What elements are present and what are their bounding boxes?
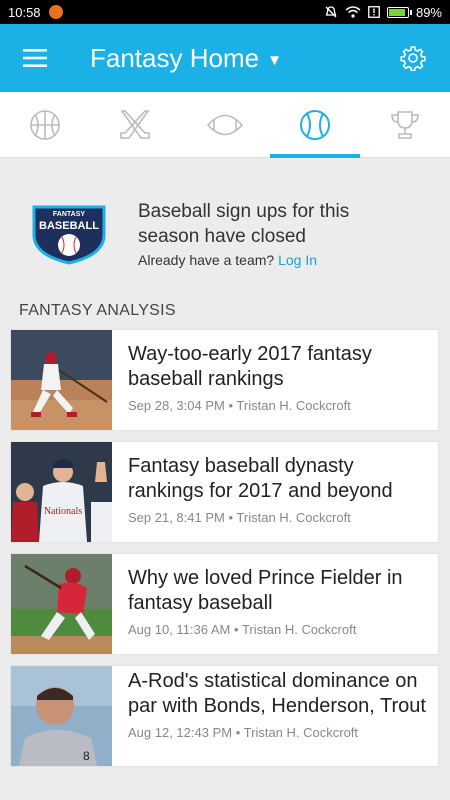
hamburger-menu-icon	[23, 49, 47, 67]
svg-text:BASEBALL: BASEBALL	[39, 220, 99, 232]
article-meta: Sep 28, 3:04 PM • Tristan H. Cockcroft	[128, 398, 351, 413]
article-thumbnail: Nationals	[11, 442, 112, 542]
article-thumbnail: 8	[11, 666, 112, 766]
section-heading: FANTASY ANALYSIS	[19, 302, 176, 319]
signup-banner: FANTASY BASEBALL Baseball sign ups for t…	[0, 178, 450, 288]
login-link[interactable]: Log In	[278, 252, 317, 268]
article-card[interactable]: Nationals Fantasy baseball dynasty ranki…	[10, 441, 439, 543]
article-title: Why we loved Prince Fielder in fantasy b…	[128, 567, 403, 614]
article-card[interactable]: Why we loved Prince Fielder in fantasy b…	[10, 553, 439, 655]
battery-percent: 89%	[415, 4, 442, 20]
svg-text:8: 8	[83, 749, 90, 763]
baseball-icon	[300, 109, 330, 140]
article-card[interactable]: Way-too-early 2017 fantasy baseball rank…	[10, 329, 439, 431]
wifi-icon	[345, 6, 361, 18]
notification-icon	[48, 5, 63, 19]
article-meta: Aug 10, 11:36 AM • Tristan H. Cockcroft	[128, 622, 357, 637]
chevron-down-icon: ▼	[267, 51, 282, 69]
article-thumbnail	[11, 330, 112, 430]
page-title-dropdown[interactable]: Fantasy Home ▼	[90, 43, 282, 74]
article-list: Way-too-early 2017 fantasy baseball rank…	[10, 329, 439, 777]
svg-text:FANTASY: FANTASY	[53, 211, 85, 218]
tab-baseball[interactable]	[270, 92, 360, 158]
status-bar: 10:58 89%	[0, 0, 450, 24]
basketball-icon	[30, 109, 60, 140]
sport-tabs	[0, 92, 450, 158]
article-card[interactable]: 8 A-Rod's statistical dominance on par w…	[10, 665, 439, 767]
football-icon	[206, 114, 244, 135]
article-meta: Sep 21, 8:41 PM • Tristan H. Cockcroft	[128, 510, 351, 525]
alert-icon	[368, 6, 380, 18]
settings-button[interactable]	[376, 24, 450, 92]
tab-hockey[interactable]	[90, 92, 180, 157]
app-bar: Fantasy Home ▼	[0, 24, 450, 92]
tab-football[interactable]	[180, 92, 270, 157]
fantasy-baseball-logo: FANTASY BASEBALL	[10, 201, 128, 265]
bell-off-icon	[325, 6, 337, 18]
battery-icon	[386, 6, 412, 18]
hockey-sticks-icon	[120, 109, 150, 139]
gear-icon	[400, 46, 426, 71]
article-thumbnail	[11, 554, 112, 654]
status-time: 10:58	[8, 4, 41, 20]
page-title: Fantasy Home	[90, 42, 260, 73]
article-title: A-Rod's statistical dominance on par wit…	[128, 670, 426, 717]
signup-subtitle: Already have a team?	[138, 251, 275, 268]
article-title: Way-too-early 2017 fantasy baseball rank…	[128, 343, 372, 390]
article-title: Fantasy baseball dynasty rankings for 20…	[128, 455, 393, 502]
signup-closed-message: Baseball sign ups for this season have c…	[138, 200, 350, 247]
trophy-icon	[391, 110, 419, 139]
article-meta: Aug 12, 12:43 PM • Tristan H. Cockcroft	[128, 725, 359, 740]
tab-trophy[interactable]	[360, 92, 450, 157]
svg-text:Nationals: Nationals	[44, 506, 82, 517]
tab-basketball[interactable]	[0, 92, 90, 157]
menu-button[interactable]	[0, 24, 70, 92]
